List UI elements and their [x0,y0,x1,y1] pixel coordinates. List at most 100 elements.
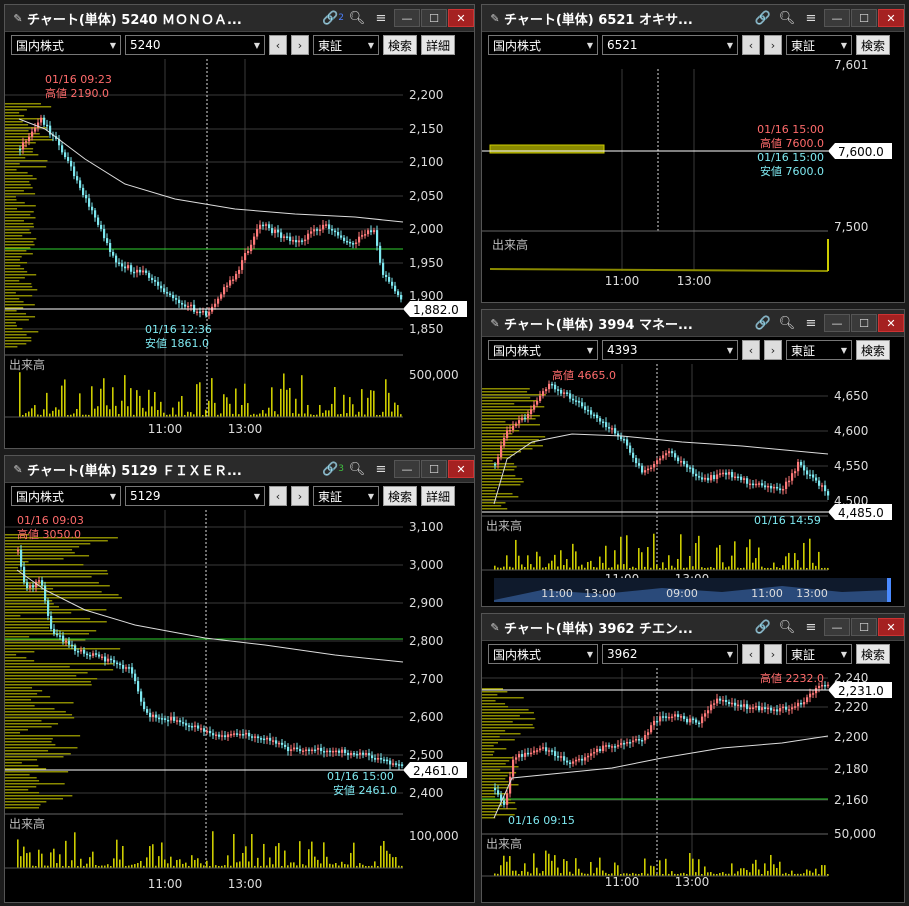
pin-icon[interactable]: ✎ [9,12,27,25]
pin-icon[interactable]: ✎ [486,317,504,330]
window-titlebar[interactable]: ✎ チャート(単体) 3962 チエン... 🔗 🔍︎ ≡ — ☐ ✕ [482,614,904,641]
window-titlebar[interactable]: ✎ チャート(単体) 6521 オキサ... 🔗 🔍︎ ≡ — ☐ ✕ [482,5,904,32]
maximize-button[interactable]: ☐ [851,9,877,27]
close-button[interactable]: ✕ [878,314,904,332]
search-icon[interactable]: 🔍︎ [345,459,369,479]
code-select[interactable]: 3962 ▼ [602,644,738,664]
maximize-button[interactable]: ☐ [421,460,447,478]
detail-button[interactable]: 詳細 [421,35,456,55]
prev-button[interactable]: ‹ [742,644,760,664]
minimize-button[interactable]: — [824,618,850,636]
close-button[interactable]: ✕ [448,460,474,478]
next-button[interactable]: › [291,35,309,55]
menu-icon[interactable]: ≡ [369,8,393,28]
search-button[interactable]: 検索 [383,486,418,506]
minimize-button[interactable]: — [394,9,420,27]
close-button[interactable]: ✕ [448,9,474,27]
code-select[interactable]: 4393 ▼ [602,340,738,360]
volume-profile-bar [5,247,31,249]
price-chart-3962[interactable]: 2,2402,2202,2002,1802,16011:00 13:002,231… [482,668,904,902]
high-price-label: 高値 3050.0 [17,527,81,541]
candle [242,733,245,736]
volume-bar [695,872,697,876]
maximize-button[interactable]: ☐ [421,9,447,27]
close-button[interactable]: ✕ [878,9,904,27]
chevron-down-icon: ▼ [840,345,847,355]
volume-bar [536,551,538,570]
link-icon[interactable]: 🔗 3 [321,459,345,479]
volume-profile-bar [482,409,533,411]
pin-icon[interactable]: ✎ [486,12,504,25]
exchange-select[interactable]: 東証 ▼ [313,486,379,506]
next-button[interactable]: › [764,644,782,664]
market-select[interactable]: 国内株式 ▼ [488,340,598,360]
candle [503,437,506,446]
menu-icon[interactable]: ≡ [799,313,823,333]
prev-button[interactable]: ‹ [742,35,760,55]
window-titlebar[interactable]: ✎ チャート(単体) 5129 ＦＩＸＥＲ... 🔗 3 🔍︎ ≡ — ☐ ✕ [5,456,474,483]
next-button[interactable]: › [764,35,782,55]
minimize-button[interactable]: — [824,314,850,332]
search-button[interactable]: 検索 [856,35,891,55]
menu-icon[interactable]: ≡ [799,617,823,637]
candle [46,124,49,127]
exchange-select[interactable]: 東証 ▼ [313,35,379,55]
market-select[interactable]: 国内株式 ▼ [11,486,121,506]
link-icon[interactable]: 🔗 2 [321,8,345,28]
price-chart-3994[interactable]: 4,6504,6004,5504,50011:0013:004,485.0出来高… [482,364,904,606]
market-select[interactable]: 国内株式 ▼ [488,644,598,664]
candle [233,733,236,735]
price-chart-5129[interactable]: 3,100 3,000 2,900 2,800 2,700 2,600 2,500 2,400… [5,510,474,902]
market-select[interactable]: 国内株式 ▼ [11,35,121,55]
prev-button[interactable]: ‹ [269,486,287,506]
volume-bar [115,405,117,417]
candle [271,228,274,234]
search-button[interactable]: 検索 [383,35,418,55]
minimize-button[interactable]: — [394,460,420,478]
volume-bar [656,564,658,570]
maximize-button[interactable]: ☐ [851,314,877,332]
price-chart-6521[interactable]: 7,601 7,500 11:00 13:00 7,600.0 01/16 15:00高値… [482,59,904,302]
minimize-button[interactable]: — [824,9,850,27]
exchange-select[interactable]: 東証 ▼ [786,35,852,55]
candle [340,235,343,238]
next-button[interactable]: › [291,486,309,506]
volume-bar [89,857,91,868]
pin-icon[interactable]: ✎ [9,463,27,476]
code-select[interactable]: 5240 ▼ [125,35,265,55]
search-icon[interactable]: 🔍︎ [345,8,369,28]
window-titlebar[interactable]: ✎ チャート(単体) 3994 マネー... 🔗 🔍︎ ≡ — ☐ ✕ [482,310,904,337]
search-icon[interactable]: 🔍︎ [775,8,799,28]
menu-icon[interactable]: ≡ [369,459,393,479]
next-button[interactable]: › [764,340,782,360]
search-button[interactable]: 検索 [856,340,891,360]
search-icon[interactable]: 🔍︎ [775,313,799,333]
market-select[interactable]: 国内株式 ▼ [488,35,598,55]
search-icon[interactable]: 🔍︎ [775,617,799,637]
candle [512,759,515,777]
search-button[interactable]: 検索 [856,644,891,664]
volume-bar [53,848,55,868]
close-button[interactable]: ✕ [878,618,904,636]
link-icon[interactable]: 🔗 [751,617,775,637]
prev-button[interactable]: ‹ [269,35,287,55]
volume-profile-bar [5,750,49,752]
link-icon[interactable]: 🔗 [751,8,775,28]
volume-profile-bar [5,744,56,746]
volume-bar [76,409,78,417]
price-chart-5240[interactable]: 2,200 2,150 2,100 2,050 2,000 1,950 1,900 1,850… [5,59,474,448]
maximize-button[interactable]: ☐ [851,618,877,636]
volume-bar [145,411,147,417]
link-icon[interactable]: 🔗 [751,313,775,333]
detail-button[interactable]: 詳細 [421,486,456,506]
exchange-select[interactable]: 東証 ▼ [786,340,852,360]
pin-icon[interactable]: ✎ [486,621,504,634]
prev-button[interactable]: ‹ [742,340,760,360]
code-select[interactable]: 5129 ▼ [125,486,265,506]
volume-profile-bar [482,754,494,756]
window-titlebar[interactable]: ✎ チャート(単体) 5240 ＭＯＮＯＡ... 🔗 2 🔍︎ ≡ — ☐ ✕ [5,5,474,32]
code-select[interactable]: 6521 ▼ [602,35,738,55]
volume-bar [92,851,94,868]
exchange-select[interactable]: 東証 ▼ [786,644,852,664]
menu-icon[interactable]: ≡ [799,8,823,28]
